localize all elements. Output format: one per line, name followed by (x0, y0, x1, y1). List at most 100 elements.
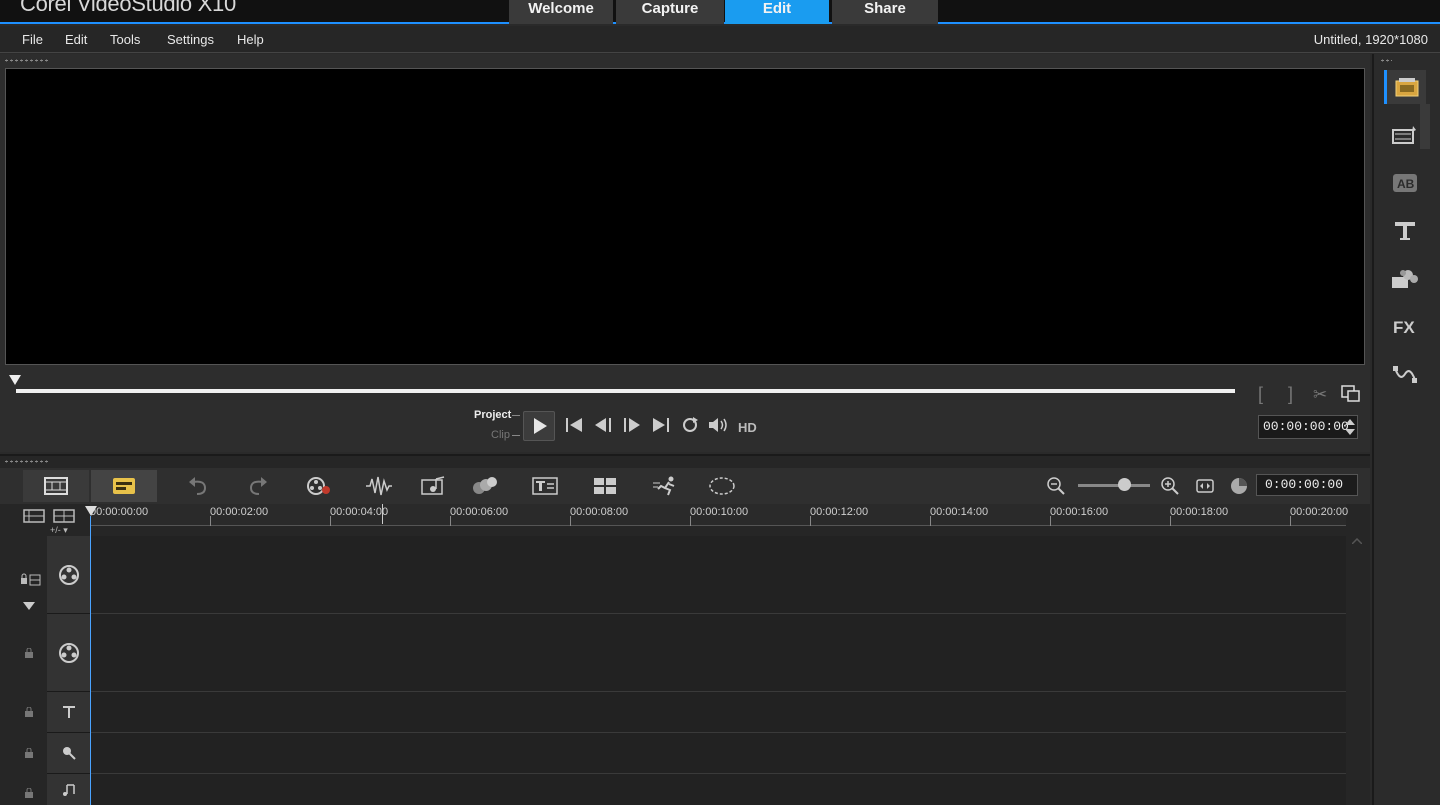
play-icon (534, 418, 547, 434)
microphone-icon (63, 747, 76, 760)
play-button[interactable] (523, 411, 555, 441)
repeat-icon[interactable] (681, 417, 699, 433)
ruler-tick (330, 516, 331, 526)
ruler-label: 00:00:14:00 (930, 506, 989, 518)
previous-frame-icon[interactable] (594, 417, 614, 433)
preview-timecode-field[interactable]: 00:00:00:00 (1258, 415, 1358, 439)
video-track[interactable] (91, 536, 1346, 614)
transition-icon[interactable]: AB (1384, 166, 1426, 200)
scrub-bar[interactable] (16, 389, 1235, 393)
project-mode-label[interactable]: Project (474, 409, 511, 421)
title-bar: Corel VideoStudio X10 Welcome Capture Ed… (0, 0, 1440, 24)
ruler-label: 00:00:16:00 (1050, 506, 1109, 518)
filter-icon[interactable]: FX (1384, 310, 1426, 344)
volume-icon[interactable] (708, 417, 730, 433)
track-manager-icon[interactable] (23, 508, 45, 524)
record-capture-icon[interactable] (304, 474, 334, 498)
lock-icon[interactable] (24, 788, 34, 798)
time-remapping-icon[interactable] (651, 474, 681, 498)
panel-grip[interactable] (4, 460, 50, 463)
mask-creator-icon[interactable] (707, 474, 737, 498)
tab-capture[interactable]: Capture (616, 0, 724, 24)
instant-project-icon[interactable] (1384, 118, 1426, 152)
fit-project-icon[interactable] (1190, 474, 1220, 498)
voice-track-header[interactable] (47, 733, 91, 774)
ruler-label: 00:00:06:00 (450, 506, 509, 518)
ruler-tick (930, 516, 931, 526)
lock-icon[interactable] (24, 707, 34, 717)
collapse-tracks-icon[interactable] (23, 602, 35, 610)
ruler-tick (210, 516, 211, 526)
project-duration-icon[interactable] (1224, 474, 1254, 498)
path-icon[interactable] (1384, 358, 1426, 392)
lock-icon[interactable] (24, 748, 34, 758)
timeline-ruler[interactable]: 00:00:00:00 00:00:02:00 00:00:04:00 00:00:0… (90, 504, 1349, 526)
ripple-editing-icon[interactable] (20, 573, 42, 587)
mark-in-icon[interactable]: [ (1258, 384, 1263, 405)
tab-edit[interactable]: Edit (725, 0, 829, 24)
mode-divider (512, 435, 520, 436)
timeline-view-button[interactable] (91, 470, 157, 502)
track-controls-label[interactable]: +/- ▾ (50, 525, 68, 536)
add-remove-chapter-icon[interactable] (53, 508, 75, 524)
undo-icon[interactable] (183, 474, 213, 498)
voice-track[interactable] (91, 733, 1346, 774)
title-track[interactable] (91, 692, 1346, 733)
tab-share[interactable]: Share (832, 0, 938, 24)
svg-text:AB: AB (1397, 177, 1415, 191)
menu-edit[interactable]: Edit (65, 32, 87, 47)
redo-icon[interactable] (243, 474, 273, 498)
split-clip-icon[interactable]: ✂ (1313, 385, 1327, 405)
zoom-slider-thumb[interactable] (1118, 478, 1131, 491)
ruler-tick (1290, 516, 1291, 526)
menu-file[interactable]: File (22, 32, 43, 47)
media-icon[interactable] (1384, 70, 1426, 104)
video-track-header[interactable] (47, 536, 91, 614)
title-track-icon (63, 706, 75, 718)
overlay-track-header[interactable] (47, 614, 91, 692)
music-track-header[interactable] (47, 774, 91, 805)
home-icon[interactable] (565, 417, 583, 433)
zoom-out-icon[interactable] (1041, 474, 1071, 498)
title-icon[interactable] (1384, 214, 1426, 248)
motion-tracking-icon[interactable] (470, 474, 500, 498)
preview-screen (5, 68, 1365, 365)
next-frame-icon[interactable] (622, 417, 642, 433)
menu-settings[interactable]: Settings (167, 32, 214, 47)
storyboard-view-button[interactable] (23, 470, 89, 502)
overlay-track[interactable] (91, 614, 1346, 692)
timeline-vertical-scrollbar[interactable] (1346, 526, 1368, 805)
timeline-timecode-field[interactable]: 0:00:00:00 (1256, 474, 1358, 496)
title-track-header[interactable] (47, 692, 91, 733)
graphic-icon[interactable] (1384, 262, 1426, 296)
panel-grip[interactable] (1380, 59, 1392, 62)
multi-camera-icon[interactable] (590, 474, 620, 498)
subtitle-editor-icon[interactable] (530, 474, 560, 498)
playhead-line (90, 516, 91, 805)
scrubber-handle[interactable] (9, 375, 21, 385)
enlarge-preview-icon[interactable] (1341, 385, 1361, 403)
timecode-spinner-icon[interactable] (1345, 418, 1355, 436)
player-panel: [ ] ✂ Project Clip HD 00:00:00:00 (0, 54, 1370, 452)
mark-out-icon[interactable]: ] (1288, 384, 1293, 405)
ruler-label: 00:00:10:00 (690, 506, 749, 518)
lock-icon[interactable] (24, 648, 34, 658)
auto-music-icon[interactable] (419, 474, 449, 498)
tab-welcome[interactable]: Welcome (509, 0, 613, 24)
ruler-hover-line (382, 504, 383, 524)
ruler-label: 00:00:20:00 (1290, 506, 1349, 518)
scroll-up-icon[interactable] (1352, 538, 1362, 544)
menu-help[interactable]: Help (237, 32, 264, 47)
panel-grip[interactable] (4, 59, 50, 62)
ruler-tick (690, 516, 691, 526)
sound-mixer-icon[interactable] (364, 474, 394, 498)
end-icon[interactable] (652, 417, 670, 433)
playhead-handle[interactable] (85, 506, 97, 516)
clip-mode-label[interactable]: Clip (491, 429, 510, 441)
zoom-in-icon[interactable] (1155, 474, 1185, 498)
music-track[interactable] (91, 774, 1346, 805)
menu-tools[interactable]: Tools (110, 32, 140, 47)
svg-text:FX: FX (1393, 318, 1415, 337)
hd-toggle[interactable]: HD (738, 420, 757, 435)
zoom-slider[interactable] (1078, 484, 1150, 487)
